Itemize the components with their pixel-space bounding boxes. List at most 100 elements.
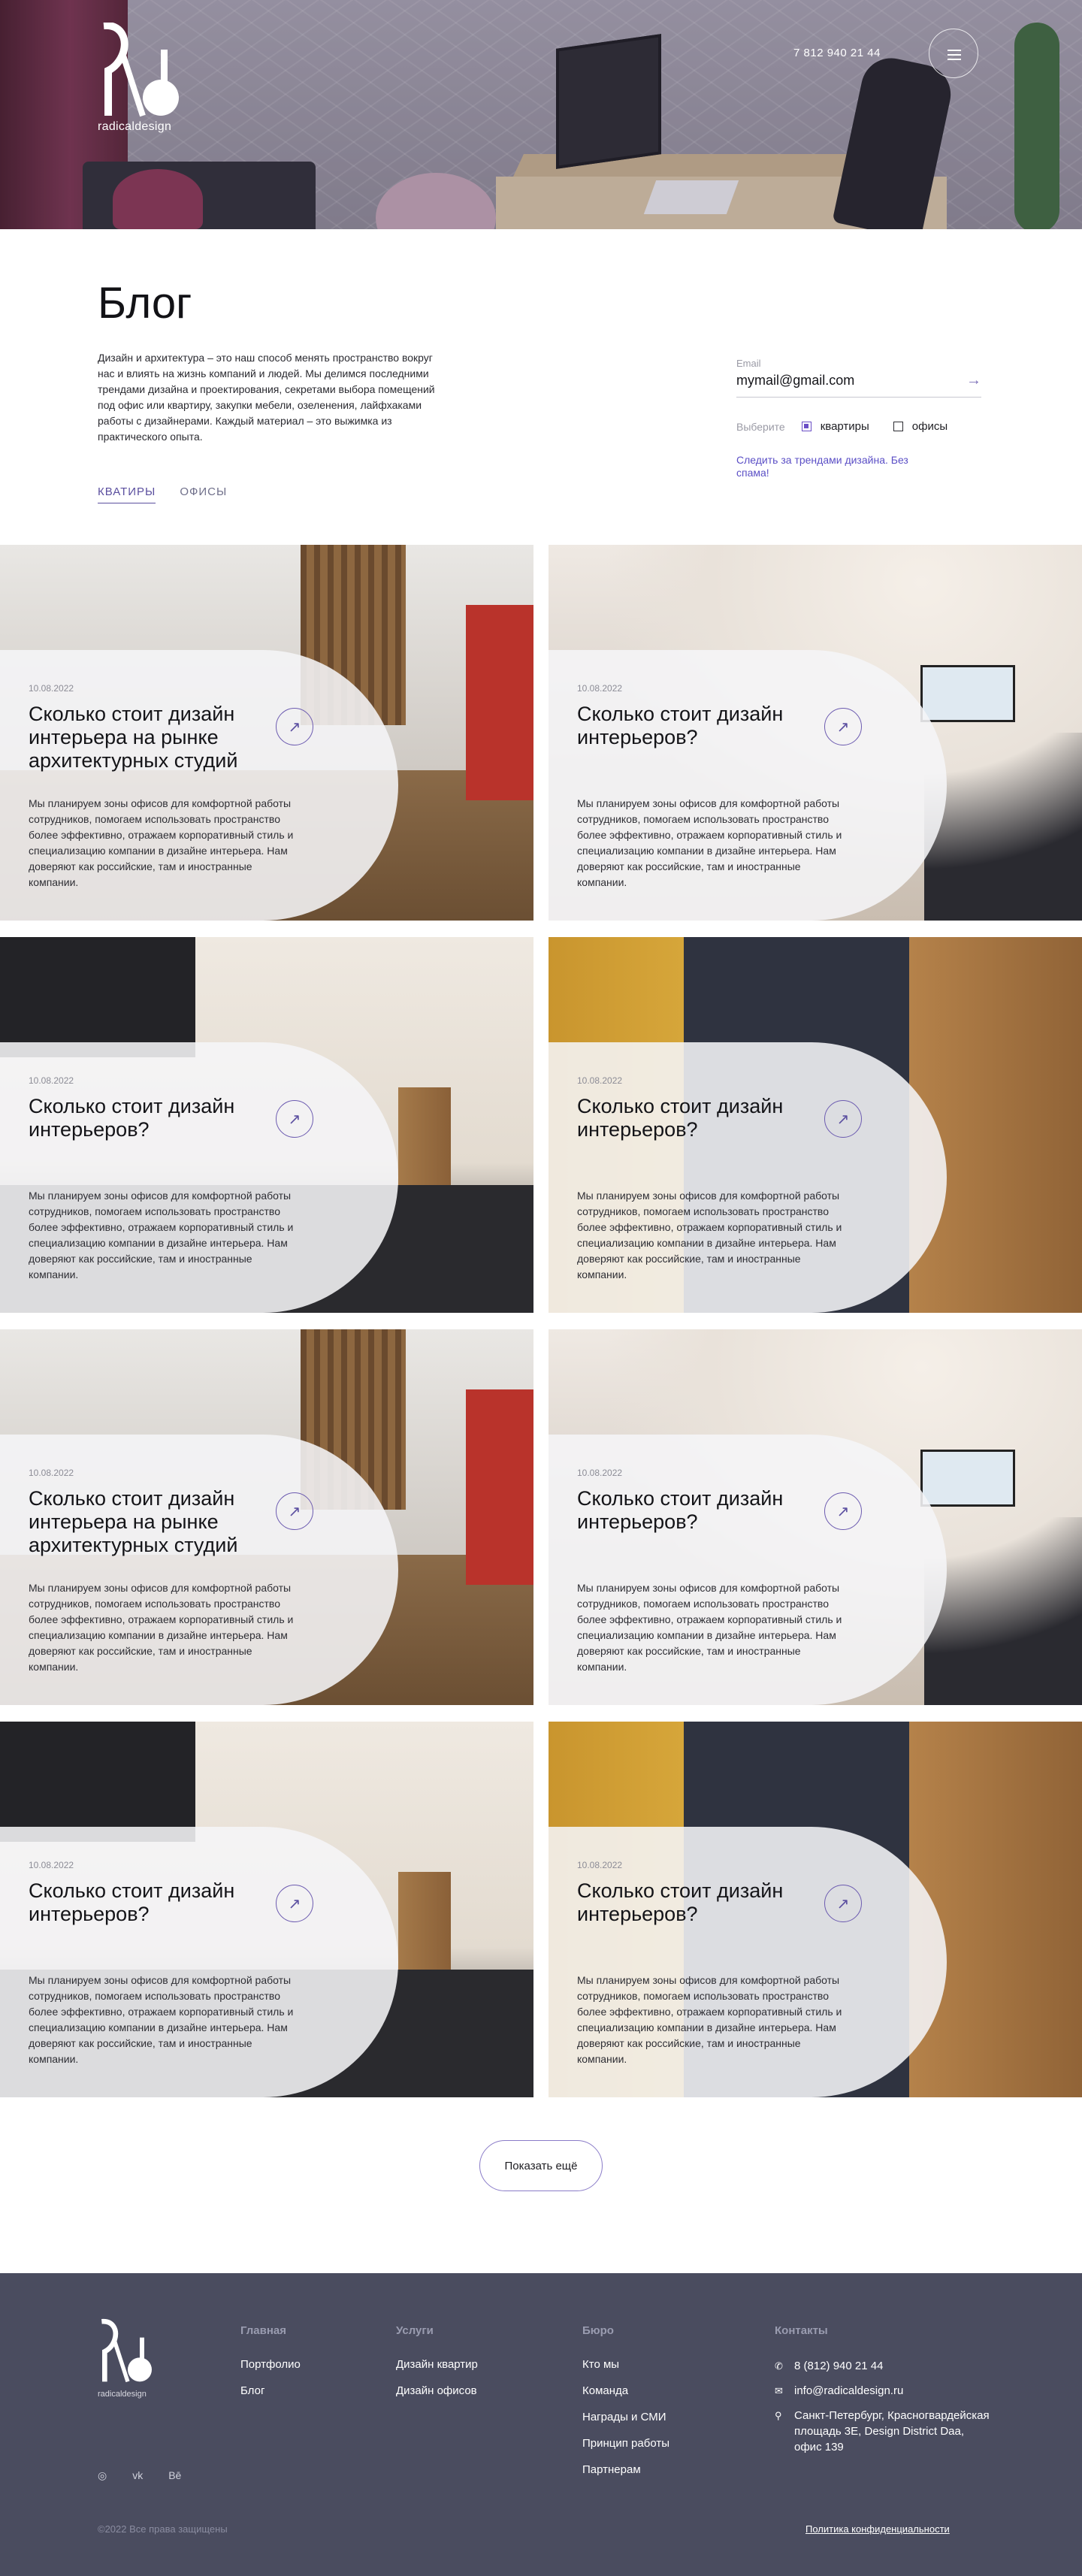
- post-card[interactable]: 10.08.2022 Сколько стоит дизайн интерьер…: [549, 1329, 1082, 1705]
- option-apartments[interactable]: квартиры: [801, 420, 869, 433]
- arrow-up-right-icon[interactable]: ↗: [276, 1100, 313, 1138]
- footer-link-apartments[interactable]: Дизайн квартир: [396, 2358, 478, 2371]
- post-description: Мы планируем зоны офисов для комфортной …: [29, 797, 294, 888]
- logo-text: radicaldesign: [98, 120, 172, 133]
- option-apartments-label: квартиры: [820, 420, 869, 433]
- tab-offices[interactable]: ОФИСЫ: [180, 485, 227, 503]
- post-card[interactable]: 10.08.2022 Сколько стоит дизайн интерьер…: [549, 1722, 1082, 2097]
- instagram-icon[interactable]: ◎: [98, 2469, 107, 2482]
- footer-link-about[interactable]: Кто мы: [582, 2358, 669, 2371]
- footer-logo-text: radicaldesign: [98, 2390, 147, 2399]
- post-card[interactable]: 10.08.2022 Сколько стоит дизайн интерьер…: [549, 937, 1082, 1313]
- arrow-up-right-icon[interactable]: ↗: [276, 1885, 313, 1922]
- arrow-right-icon[interactable]: →: [966, 372, 981, 389]
- footer-col-bureau: Бюро Кто мы Команда Награды и СМИ Принци…: [582, 2324, 669, 2490]
- post-title[interactable]: Сколько стоит дизайн интерьеров?: [577, 703, 825, 749]
- post-description: Мы планируем зоны офисов для комфортной …: [577, 1190, 842, 1280]
- post-card[interactable]: 10.08.2022 Сколько стоит дизайн интерьер…: [0, 1722, 533, 2097]
- footer-logo[interactable]: radicaldesign: [98, 2318, 158, 2399]
- filter-tabs: КВАТИРЫ ОФИСЫ: [98, 485, 227, 503]
- copyright: ©2022 Все права защищены: [98, 2523, 228, 2535]
- arrow-up-right-icon[interactable]: ↗: [824, 1885, 862, 1922]
- vk-icon[interactable]: vk: [132, 2469, 143, 2482]
- phone-icon: ✆: [775, 2360, 783, 2372]
- post-date: 10.08.2022: [577, 1468, 623, 1478]
- post-title[interactable]: Сколько стоит дизайн интерьеров?: [577, 1879, 825, 1926]
- mail-icon: ✉: [775, 2385, 783, 2396]
- page-intro: Дизайн и архитектура – это наш способ ме…: [98, 352, 435, 443]
- footer-link-offices[interactable]: Дизайн офисов: [396, 2384, 478, 2397]
- footer-email[interactable]: ✉ info@radicaldesign.ru: [775, 2383, 993, 2399]
- post-date: 10.08.2022: [577, 683, 623, 694]
- hero-banner: radicaldesign 7 812 940 21 44: [0, 0, 1082, 229]
- footer-col-title: Контакты: [775, 2324, 828, 2337]
- arrow-up-right-icon[interactable]: ↗: [824, 708, 862, 745]
- choose-label: Выберите: [736, 420, 785, 433]
- logo[interactable]: radicaldesign: [98, 23, 188, 135]
- post-description: Мы планируем зоны офисов для комфортной …: [577, 1582, 842, 1673]
- option-offices[interactable]: офисы: [893, 420, 948, 433]
- post-title[interactable]: Сколько стоит дизайн интерьеров?: [577, 1095, 825, 1141]
- post-description: Мы планируем зоны офисов для комфортной …: [577, 1974, 842, 2065]
- post-description: Мы планируем зоны офисов для комфортной …: [29, 1582, 294, 1673]
- subscribe-form: Email → Выберите квартиры офисы Следить …: [736, 358, 981, 479]
- hamburger-icon-line: [948, 54, 961, 56]
- logo-mark-icon: [101, 2318, 152, 2383]
- subscribe-note: Следить за трендами дизайна. Без спама!: [736, 454, 908, 479]
- footer-col-title: Услуги: [396, 2324, 434, 2337]
- post-description: Мы планируем зоны офисов для комфортной …: [29, 1974, 294, 2065]
- hamburger-icon: [948, 50, 961, 51]
- post-title[interactable]: Сколько стоит дизайн интерьеров?: [577, 1487, 825, 1534]
- footer-email-text: info@radicaldesign.ru: [794, 2384, 904, 2397]
- checkbox-offices[interactable]: [893, 422, 903, 431]
- option-offices-label: офисы: [911, 420, 948, 433]
- show-more-button[interactable]: Показать ещё: [479, 2140, 603, 2191]
- checkbox-apartments[interactable]: [801, 422, 812, 431]
- tab-apartments[interactable]: КВАТИРЫ: [98, 485, 156, 503]
- header-phone[interactable]: 7 812 940 21 44: [793, 47, 881, 59]
- post-title[interactable]: Сколько стоит дизайн интерьера на рынке …: [29, 1487, 277, 1557]
- post-card[interactable]: 10.08.2022 Сколько стоит дизайн интерьер…: [549, 545, 1082, 921]
- post-date: 10.08.2022: [29, 1075, 74, 1086]
- email-field[interactable]: [736, 373, 947, 389]
- footer-col-main: Главная Портфолио Блог: [240, 2324, 301, 2411]
- footer-col-title: Главная: [240, 2324, 287, 2337]
- post-title[interactable]: Сколько стоит дизайн интерьеров?: [29, 1095, 277, 1141]
- footer-link-portfolio[interactable]: Портфолио: [240, 2358, 301, 2371]
- footer-link-team[interactable]: Команда: [582, 2384, 669, 2397]
- post-date: 10.08.2022: [577, 1075, 623, 1086]
- social-links: ◎ vk Bē: [98, 2469, 181, 2482]
- post-card[interactable]: 10.08.2022 Сколько стоит дизайн интерьер…: [0, 545, 533, 921]
- footer-address-text: Санкт-Петербург, Красногвардейская площа…: [794, 2409, 990, 2454]
- footer-link-blog[interactable]: Блог: [240, 2384, 301, 2397]
- post-date: 10.08.2022: [29, 1468, 74, 1478]
- post-card[interactable]: 10.08.2022 Сколько стоит дизайн интерьер…: [0, 937, 533, 1313]
- footer-col-title: Бюро: [582, 2324, 614, 2337]
- footer-link-awards[interactable]: Награды и СМИ: [582, 2411, 669, 2423]
- menu-button[interactable]: [929, 29, 978, 78]
- footer-link-partners[interactable]: Партнерам: [582, 2463, 669, 2476]
- hamburger-icon-line: [948, 59, 961, 60]
- footer-link-process[interactable]: Принцип работы: [582, 2437, 669, 2450]
- arrow-up-right-icon[interactable]: ↗: [276, 1492, 313, 1530]
- footer-phone[interactable]: ✆ 8 (812) 940 21 44: [775, 2358, 993, 2374]
- post-description: Мы планируем зоны офисов для комфортной …: [29, 1190, 294, 1280]
- post-card[interactable]: 10.08.2022 Сколько стоит дизайн интерьер…: [0, 1329, 533, 1705]
- post-title[interactable]: Сколько стоит дизайн интерьеров?: [29, 1879, 277, 1926]
- footer-phone-text: 8 (812) 940 21 44: [794, 2360, 884, 2372]
- footer-col-contacts: Контакты ✆ 8 (812) 940 21 44 ✉ info@radi…: [775, 2324, 993, 2464]
- arrow-up-right-icon[interactable]: ↗: [824, 1492, 862, 1530]
- post-date: 10.08.2022: [29, 683, 74, 694]
- footer-address[interactable]: ⚲ Санкт-Петербург, Красногвардейская пло…: [775, 2408, 993, 2455]
- email-label: Email: [736, 358, 761, 369]
- footer-col-services: Услуги Дизайн квартир Дизайн офисов: [396, 2324, 478, 2411]
- post-title[interactable]: Сколько стоит дизайн интерьера на рынке …: [29, 703, 277, 772]
- arrow-up-right-icon[interactable]: ↗: [824, 1100, 862, 1138]
- logo-mark-icon: [103, 23, 179, 117]
- post-description: Мы планируем зоны офисов для комфортной …: [577, 797, 842, 888]
- arrow-up-right-icon[interactable]: ↗: [276, 708, 313, 745]
- behance-icon[interactable]: Bē: [168, 2469, 181, 2482]
- post-date: 10.08.2022: [29, 1860, 74, 1870]
- page-title: Блог: [98, 279, 192, 328]
- privacy-link[interactable]: Политика конфиденциальности: [805, 2523, 950, 2535]
